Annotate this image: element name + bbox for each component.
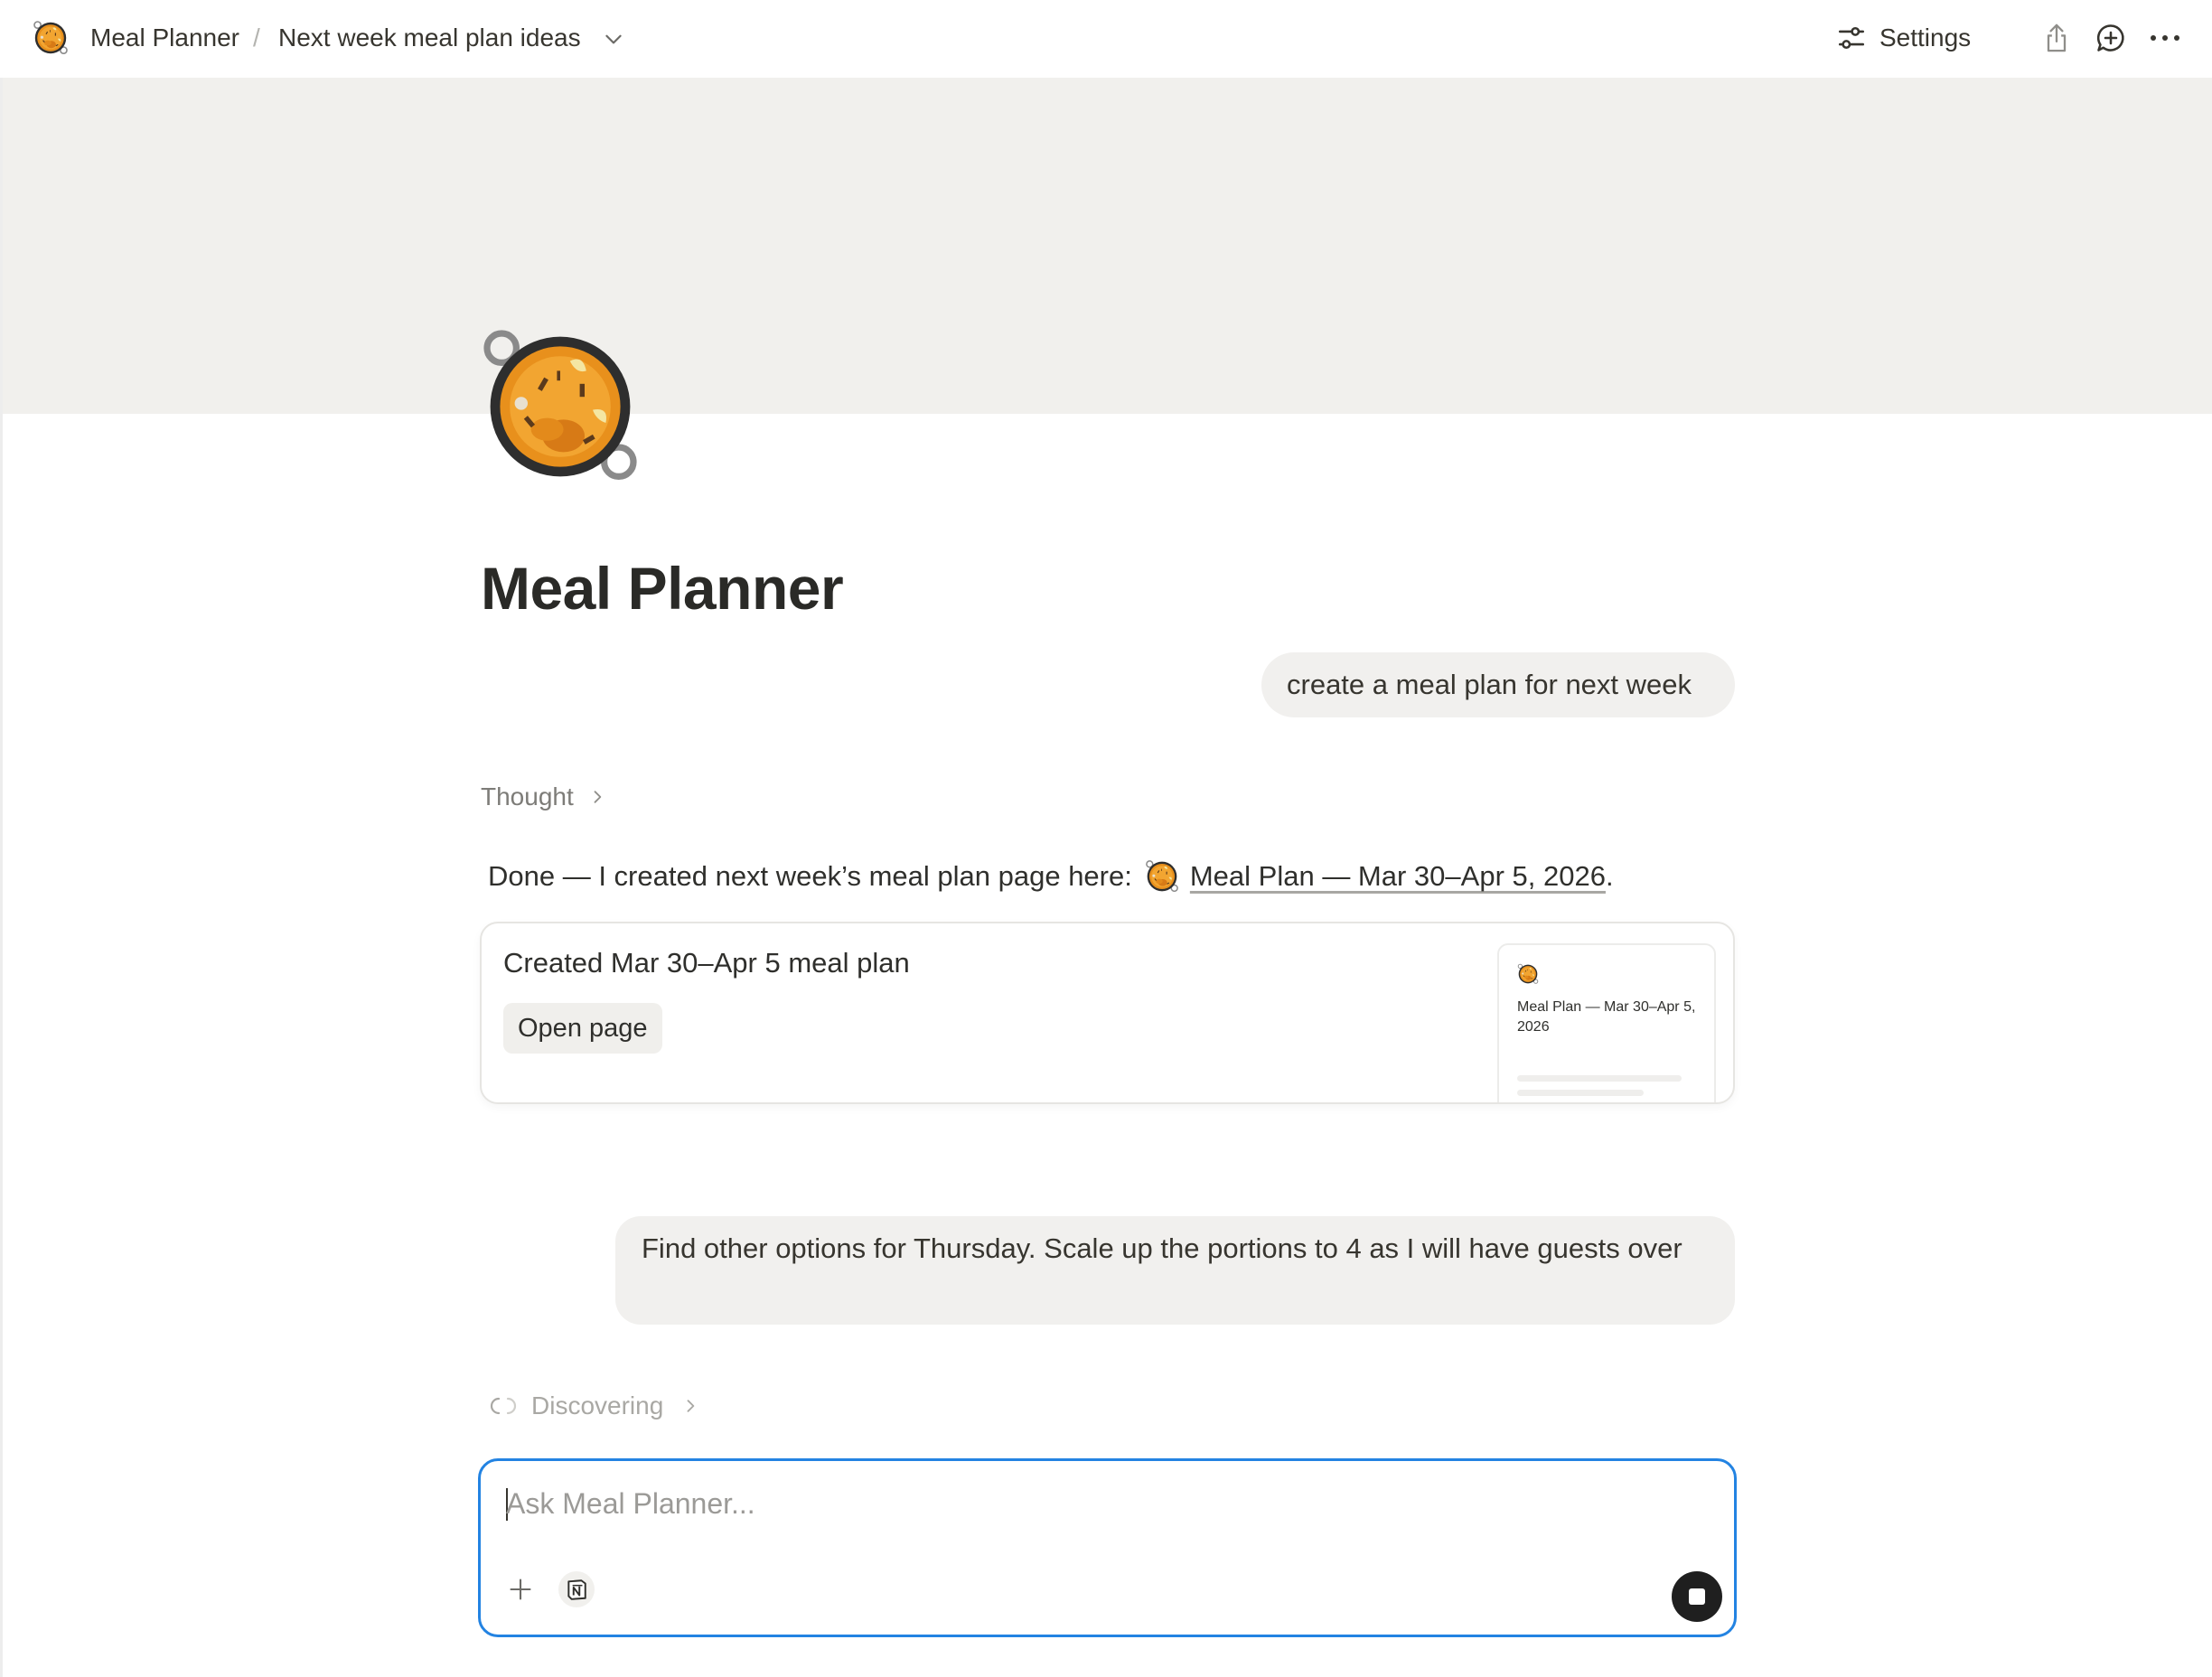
- answer-text: Done — I created next week’s meal plan p…: [488, 860, 1132, 892]
- paella-icon[interactable]: [479, 325, 642, 488]
- page-title: Meal Planner: [481, 555, 844, 622]
- add-attachment-button[interactable]: [502, 1571, 539, 1607]
- thought-label: Thought: [481, 782, 574, 810]
- comment-add-icon: [2096, 24, 2124, 52]
- user-message: create a meal plan for next week: [1261, 652, 1735, 717]
- notion-logo-icon: [567, 1579, 586, 1600]
- top-bar: Meal Planner / Next week meal plan ideas…: [0, 0, 2212, 78]
- open-page-button[interactable]: Open page: [503, 1003, 662, 1054]
- preview-title: Meal Plan — Mar 30–Apr 5, 2026: [1517, 999, 1696, 1035]
- settings-label: Settings: [1879, 23, 1972, 52]
- sliders-icon: [1838, 26, 1865, 50]
- breadcrumb-workspace[interactable]: Meal Planner: [90, 20, 239, 56]
- status-indicator[interactable]: Discovering: [488, 1391, 699, 1420]
- chevron-down-icon[interactable]: [602, 27, 625, 51]
- meal-plan-page-link[interactable]: Meal Plan — Mar 30–Apr 5, 2026: [1190, 853, 1606, 900]
- user-message: Find other options for Thursday. Scale u…: [615, 1216, 1735, 1325]
- stop-generating-button[interactable]: [1672, 1571, 1722, 1622]
- breadcrumb-separator: /: [253, 23, 260, 52]
- created-page-card: Created Mar 30–Apr 5 meal plan Open page…: [480, 922, 1735, 1104]
- breadcrumb-page[interactable]: Next week meal plan ideas: [278, 20, 581, 56]
- preview-line: [1517, 1090, 1644, 1096]
- paella-icon[interactable]: [33, 20, 69, 56]
- preview-line: [1517, 1075, 1682, 1082]
- page-cover: [3, 78, 2212, 414]
- loading-icon: [490, 1397, 517, 1415]
- more-button[interactable]: [2145, 18, 2185, 58]
- card-title: Created Mar 30–Apr 5 meal plan: [503, 947, 910, 979]
- comment-button[interactable]: [2091, 18, 2131, 58]
- share-button[interactable]: [2037, 18, 2076, 58]
- thought-toggle[interactable]: Thought: [481, 782, 606, 811]
- assistant-answer: Done — I created next week’s meal plan p…: [488, 853, 1614, 900]
- settings-button[interactable]: Settings: [1836, 18, 1971, 58]
- chevron-right-icon: [594, 791, 601, 803]
- more-horizontal-icon: [2151, 35, 2179, 41]
- chevron-right-icon: [687, 1400, 695, 1412]
- page-preview-thumbnail[interactable]: Meal Plan — Mar 30–Apr 5, 2026: [1497, 943, 1716, 1102]
- chat-composer: [478, 1458, 1737, 1637]
- ask-input[interactable]: [506, 1481, 1681, 1532]
- notion-source-button[interactable]: [558, 1571, 595, 1607]
- answer-suffix: .: [1605, 860, 1614, 892]
- share-icon: [2047, 23, 2067, 52]
- paella-icon: [1145, 859, 1179, 894]
- stop-icon: [1689, 1588, 1705, 1605]
- plus-icon: [510, 1579, 531, 1600]
- paella-icon: [1517, 963, 1539, 985]
- status-label: Discovering: [531, 1391, 664, 1419]
